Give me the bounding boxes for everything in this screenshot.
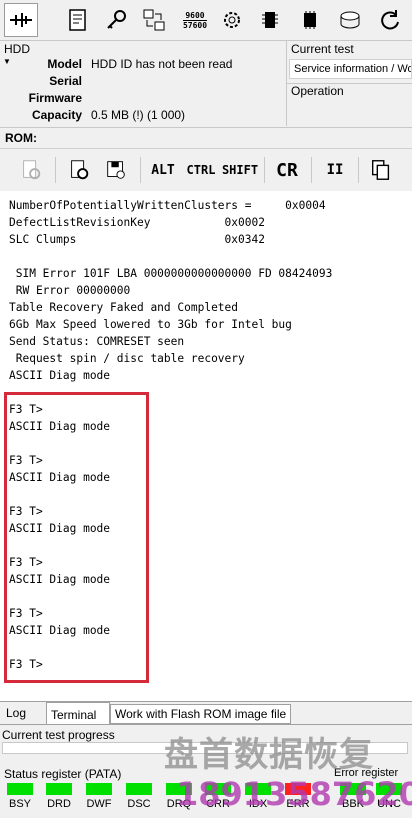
hdd-title: HDD [4,42,30,56]
chip-icon [262,12,278,28]
terminal-toolbar: ALT CTRL SHIFT CR II [0,148,412,192]
key-button[interactable] [100,3,134,37]
copy-button[interactable] [366,155,396,185]
led-label: DWF [86,798,112,810]
model-label: Model [47,57,82,71]
led-label: DRD [47,798,71,810]
chip2-icon [304,11,316,29]
highlight-box [4,392,149,683]
transfer-icon [143,9,165,31]
chip2-button[interactable] [293,3,327,37]
save-icon [107,161,125,179]
led-bsy [7,783,33,795]
bottom-tabs: Log Terminal Work with Flash ROM image f… [0,702,412,725]
model-value: HDD ID has not been read [91,57,233,71]
hdd-panel: HDD ▼ Model HDD ID has not been read Ser… [0,41,287,126]
serial-label: Serial [49,74,82,88]
operation-title: Operation [291,84,344,98]
document-gear-icon [71,160,89,180]
chip-button[interactable] [253,3,287,37]
disk-icon [340,11,360,29]
speed-icon: 9600 57600 [182,10,208,30]
led-drd [46,783,72,795]
led-label: BSY [8,798,31,810]
alt-button[interactable]: ALT [148,155,178,185]
connect-icon [10,13,32,27]
watermark-text: 盘首数据恢复 [164,735,374,775]
led-dwf [86,783,112,795]
firmware-label: Firmware [28,91,82,105]
current-test-panel: Current test Service information / Wo [287,41,412,84]
separator [358,157,359,183]
tab-log[interactable]: Log [2,704,30,723]
save-disk-button[interactable] [101,155,131,185]
separator [264,157,265,183]
led-dsc [126,783,152,795]
shift-button[interactable]: SHIFT [222,155,258,185]
refresh-icon [381,10,399,30]
script-button[interactable] [60,3,94,37]
watermark-phone: 18913587620 [176,775,412,813]
separator [311,157,312,183]
progress-title: Current test progress [2,728,115,742]
connect-button[interactable] [4,3,38,37]
transfer-button[interactable] [137,3,171,37]
separator [55,157,56,183]
cr-button[interactable]: CR [272,155,302,185]
operation-panel: Operation [287,84,412,126]
disabled-doc-button[interactable] [16,155,46,185]
status-title: Status register (PATA) [4,767,122,781]
disk-button[interactable] [333,3,367,37]
pause-button[interactable]: II [320,155,350,185]
document-gear-icon [23,160,41,180]
current-test-title: Current test [291,42,354,56]
script-icon [69,9,86,31]
copy-icon [372,160,390,180]
separator [140,157,141,183]
settings-button[interactable] [215,3,249,37]
doc-gear-button[interactable] [64,155,94,185]
key-icon [107,10,126,29]
current-test-value: Service information / Wo [289,59,412,79]
gear-icon [224,12,240,28]
led-label: DSC [127,798,151,810]
tab-flash-rom[interactable]: Work with Flash ROM image file [110,704,292,724]
main-toolbar: 9600 57600 [0,0,412,41]
ctrl-button[interactable]: CTRL [184,155,218,185]
rom-row: ROM: [0,127,412,148]
capacity-label: Capacity [31,108,82,122]
speed-button[interactable]: 9600 57600 [178,3,212,37]
rom-label: ROM: [5,131,37,145]
tab-terminal[interactable]: Terminal [46,702,110,724]
refresh-button[interactable] [372,3,406,37]
capacity-value: 0.5 MB (!) (1 000) [91,108,186,122]
